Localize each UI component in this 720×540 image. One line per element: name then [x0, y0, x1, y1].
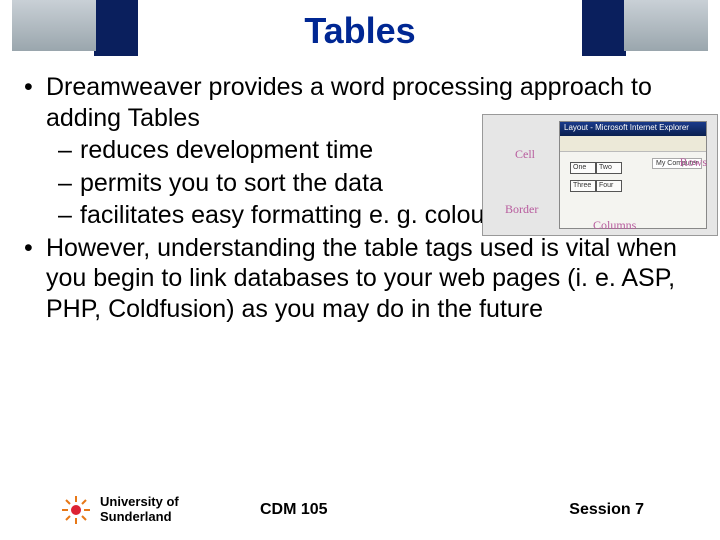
annotation-rows: Rows	[680, 155, 707, 170]
dash-marker: –	[58, 168, 80, 199]
uni-line2: Sunderland	[100, 509, 172, 524]
session-label: Session 7	[569, 501, 644, 519]
slide-header: Tables	[0, 0, 720, 66]
sun-icon	[60, 494, 92, 526]
mock-window: Layout - Microsoft Internet Explorer One…	[559, 121, 707, 229]
bullet-marker: •	[18, 233, 46, 325]
mock-cell: Four	[596, 180, 622, 192]
annotation-columns: Columns	[593, 218, 636, 233]
header-photo-left	[12, 0, 138, 56]
annotation-border: Border	[505, 202, 538, 217]
annotation-cell: Cell	[515, 147, 535, 162]
mock-cell: One	[570, 162, 596, 174]
header-photo-right	[582, 0, 708, 56]
dash-marker: –	[58, 200, 80, 231]
slide-title: Tables	[304, 10, 415, 52]
slide-footer: University of Sunderland CDM 105 Session…	[0, 488, 720, 532]
bullet-item: • However, understanding the table tags …	[18, 233, 702, 325]
mock-table-grid: OneTwo ThreeFour	[570, 162, 628, 202]
mock-cell: Three	[570, 180, 596, 192]
university-logo: University of Sunderland	[60, 494, 179, 526]
table-illustration: Layout - Microsoft Internet Explorer One…	[482, 114, 718, 236]
mock-cell: Two	[596, 162, 622, 174]
dash-marker: –	[58, 135, 80, 166]
mock-window-title: Layout - Microsoft Internet Explorer	[560, 122, 706, 136]
university-name: University of Sunderland	[100, 495, 179, 525]
mock-toolbar	[560, 136, 706, 152]
course-code: CDM 105	[260, 501, 328, 519]
uni-line1: University of	[100, 494, 179, 509]
bullet-marker: •	[18, 72, 46, 133]
bullet-text: However, understanding the table tags us…	[46, 233, 702, 325]
